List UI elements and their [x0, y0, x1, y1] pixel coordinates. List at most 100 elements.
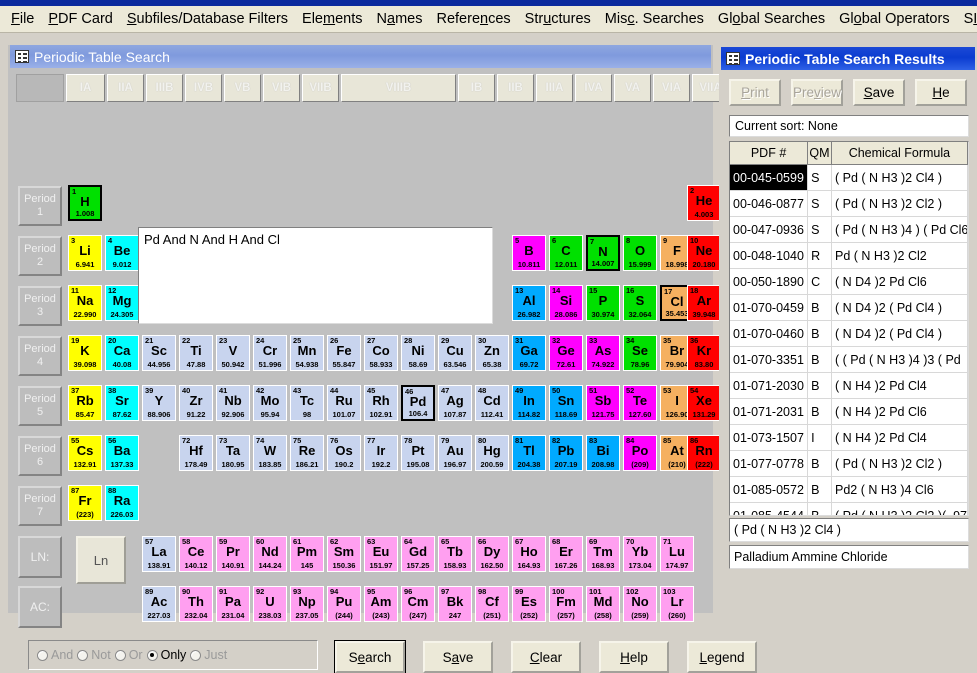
element-y[interactable]: 39 Y 88.906 — [142, 385, 176, 421]
menu-item-subfiles-database-filters[interactable]: Subfiles/Database Filters — [120, 8, 295, 30]
button-search[interactable]: Se arch — [334, 640, 406, 673]
menu-item-misc-searches[interactable]: Misc. Searches — [598, 8, 711, 30]
actinide-bk[interactable]: 97 Bk 247 — [438, 586, 472, 622]
lanthanide-dy[interactable]: 66 Dy 162.50 — [475, 536, 509, 572]
group-header-ib[interactable]: IB — [458, 74, 495, 102]
element-fr[interactable]: 87 Fr (223) — [68, 485, 102, 521]
element-po[interactable]: 84 Po (209) — [623, 435, 657, 471]
group-header-iva[interactable]: IVA — [575, 74, 612, 102]
column-header-qm[interactable]: QM — [808, 142, 832, 164]
actinide-pa[interactable]: 91 Pa 231.04 — [216, 586, 250, 622]
menu-item-sieve[interactable]: SIeve — [957, 8, 977, 30]
group-header-iiia[interactable]: IIIA — [536, 74, 573, 102]
menu-item-global-searches[interactable]: Global Searches — [711, 8, 832, 30]
table-row[interactable]: 01-077-0778 B( Pd ( N H3 )2 Cl2 ) — [730, 451, 968, 477]
operator-radio-and[interactable]: And — [37, 648, 73, 662]
table-row[interactable]: 01-070-0459 B( N D4 )2 ( Pd Cl4 ) — [730, 295, 968, 321]
actinide-es[interactable]: 99 Es (252) — [512, 586, 546, 622]
table-row[interactable]: 01-070-0460 B( N D4 )2 ( Pd Cl4 ) — [730, 321, 968, 347]
column-header-pdf[interactable]: PDF # — [730, 142, 809, 164]
element-co[interactable]: 27 Co 58.933 — [364, 335, 398, 371]
element-au[interactable]: 79 Au 196.97 — [438, 435, 472, 471]
element-tc[interactable]: 43 Tc 98 — [290, 385, 324, 421]
operator-radio-or[interactable]: Or — [114, 648, 143, 662]
element-na[interactable]: 11 Na 22.990 — [68, 285, 102, 321]
element-mo[interactable]: 42 Mo 95.94 — [253, 385, 287, 421]
lanthanide-gd[interactable]: 64 Gd 157.25 — [401, 536, 435, 572]
table-row[interactable]: 00-050-1890 C( N D4 )2 Pd Cl6 — [730, 269, 968, 295]
element-cu[interactable]: 29 Cu 63.546 — [438, 335, 472, 371]
lanthanide-er[interactable]: 68 Er 167.26 — [549, 536, 583, 572]
actinide-md[interactable]: 101 Md (258) — [586, 586, 620, 622]
table-row[interactable]: 00-046-0877 S( Pd ( N H3 )2 Cl2 ) — [730, 191, 968, 217]
actinide-pu[interactable]: 94 Pu (244) — [327, 586, 361, 622]
element-te[interactable]: 52 Te 127.60 — [623, 385, 657, 421]
element-k[interactable]: 19 K 39.098 — [68, 335, 102, 371]
element-pb[interactable]: 82 Pb 207.19 — [549, 435, 583, 471]
element-ba[interactable]: 56 Ba 137.33 — [105, 435, 139, 471]
lanthanide-la[interactable]: 57 La 138.91 — [142, 536, 176, 572]
element-p[interactable]: 15 P 30.974 — [586, 285, 620, 321]
results-grid-body[interactable]: 00-045-0599 S( Pd ( N H3 )2 Cl4 ) 00-046-0… — [730, 165, 968, 515]
table-row[interactable]: 00-048-1040 R Pd ( N H3 )2 Cl2 — [730, 243, 968, 269]
element-zn[interactable]: 30 Zn 65.38 — [475, 335, 509, 371]
period-button-5[interactable]: Period 5 — [18, 386, 62, 426]
element-ge[interactable]: 32 Ge 72.61 — [549, 335, 583, 371]
element-os[interactable]: 76 Os 190.2 — [327, 435, 361, 471]
element-zr[interactable]: 40 Zr 91.22 — [179, 385, 213, 421]
element-al[interactable]: 13 Al 26.982 — [512, 285, 546, 321]
element-xe[interactable]: 54 Xe 131.29 — [687, 385, 721, 421]
element-ir[interactable]: 77 Ir 192.2 — [364, 435, 398, 471]
element-rb[interactable]: 37 Rb 85.47 — [68, 385, 102, 421]
results-button-he[interactable]: He — [915, 79, 967, 106]
actinide-am[interactable]: 95 Am (243) — [364, 586, 398, 622]
element-w[interactable]: 74 W 183.85 — [253, 435, 287, 471]
search-results-titlebar[interactable]: Periodic Table Search Results — [721, 47, 975, 70]
period-button-6[interactable]: Period 6 — [18, 436, 62, 476]
actinide-cf[interactable]: 98 Cf (251) — [475, 586, 509, 622]
results-grid[interactable]: PDF # QM Chemical Formula 00-045-0599 S( Pd… — [729, 141, 969, 516]
period-button-4[interactable]: Period 4 — [18, 336, 62, 376]
button-clear[interactable]: Clear — [511, 641, 581, 673]
actinide-u[interactable]: 92 U 238.03 — [253, 586, 287, 622]
lanthanide-ce[interactable]: 58 Ce 140.12 — [179, 536, 213, 572]
menu-item-pdf-card[interactable]: PDF Card — [41, 8, 119, 30]
element-se[interactable]: 34 Se 78.96 — [623, 335, 657, 371]
element-hf[interactable]: 72 Hf 178.49 — [179, 435, 213, 471]
menu-item-file[interactable]: File — [4, 8, 41, 30]
lanthanide-tm[interactable]: 69 Tm 168.93 — [586, 536, 620, 572]
menu-item-structures[interactable]: Structures — [518, 8, 598, 30]
element-pt[interactable]: 78 Pt 195.08 — [401, 435, 435, 471]
group-header-ia[interactable]: IA — [66, 74, 105, 102]
element-bi[interactable]: 83 Bi 208.98 — [586, 435, 620, 471]
table-row[interactable]: 01-085-4544 B( Pd ( N H3 )2 Cl2 )( .97 — [730, 503, 968, 515]
element-in[interactable]: 49 In 114.82 — [512, 385, 546, 421]
group-header-iia[interactable]: IIA — [107, 74, 144, 102]
element-li[interactable]: 3 Li 6.941 — [68, 235, 102, 271]
element-v[interactable]: 23 V 50.942 — [216, 335, 250, 371]
element-cs[interactable]: 55 Cs 132.91 — [68, 435, 102, 471]
radio-button-indicator[interactable] — [77, 649, 89, 661]
element-re[interactable]: 75 Re 186.21 — [290, 435, 324, 471]
element-mg[interactable]: 12 Mg 24.305 — [105, 285, 139, 321]
actinide-series-label[interactable]: AC: — [18, 586, 62, 628]
operator-radio-just[interactable]: Just — [190, 648, 227, 662]
element-hg[interactable]: 80 Hg 200.59 — [475, 435, 509, 471]
button-legend[interactable]: Legend — [687, 641, 757, 673]
element-ca[interactable]: 20 Ca 40.08 — [105, 335, 139, 371]
element-s[interactable]: 16 S 32.064 — [623, 285, 657, 321]
element-fe[interactable]: 26 Fe 55.847 — [327, 335, 361, 371]
element-n[interactable]: 7 N 14.007 — [586, 235, 620, 271]
lanthanide-nd[interactable]: 60 Nd 144.24 — [253, 536, 287, 572]
group-header-via[interactable]: VIA — [653, 74, 690, 102]
table-row[interactable]: 01-071-2031 B( N H4 )2 Pd Cl6 — [730, 399, 968, 425]
group-header-viib[interactable]: VIIB — [302, 74, 339, 102]
radio-button-indicator[interactable] — [146, 649, 158, 661]
lanthanide-pr[interactable]: 59 Pr 140.91 — [216, 536, 250, 572]
element-sb[interactable]: 51 Sb 121.75 — [586, 385, 620, 421]
element-si[interactable]: 14 Si 28.086 — [549, 285, 583, 321]
element-ni[interactable]: 28 Ni 58.69 — [401, 335, 435, 371]
element-b[interactable]: 5 B 10.811 — [512, 235, 546, 271]
group-header-vb[interactable]: VB — [224, 74, 261, 102]
table-row[interactable]: 00-045-0599 S( Pd ( N H3 )2 Cl4 ) — [730, 165, 968, 191]
